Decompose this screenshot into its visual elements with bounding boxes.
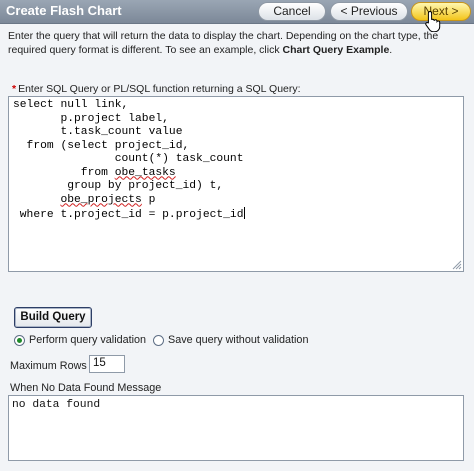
radio-save-without-validation[interactable]: [153, 334, 164, 346]
sql-line: from obe_tasks: [13, 167, 245, 181]
save-without-validation-option[interactable]: Save query without validation: [153, 333, 308, 347]
maximum-rows-label: Maximum Rows: [10, 360, 87, 372]
sql-line-part: [13, 194, 60, 206]
resize-grip-icon[interactable]: [452, 260, 462, 270]
radio-perform-validation[interactable]: [14, 334, 25, 346]
sql-query-textarea[interactable]: select null link, p.project label, t.tas…: [8, 96, 464, 272]
previous-button[interactable]: < Previous: [330, 2, 408, 21]
save-without-validation-label: Save query without validation: [168, 334, 309, 346]
intro-text: Enter the query that will return the dat…: [8, 29, 468, 57]
no-data-message-label: When No Data Found Message: [10, 382, 162, 394]
spellcheck-word: obe_projects: [60, 193, 142, 206]
sql-line-part: where t.project_id = p.project_id: [13, 209, 244, 221]
no-data-message-textarea[interactable]: no data found: [8, 395, 464, 461]
wizard-title: Create Flash Chart: [6, 3, 122, 18]
sql-line: t.task_count value: [13, 126, 183, 138]
wizard-header: Create Flash Chart Cancel < Previous Nex…: [0, 0, 474, 24]
sql-line: group by project_id) t,: [13, 180, 224, 192]
spellcheck-word: obe_tasks: [114, 166, 176, 179]
chart-query-example-link[interactable]: Chart Query Example: [283, 44, 390, 56]
sql-line: from (select project_id,: [13, 139, 190, 152]
sql-line: obe_projects p: [13, 194, 245, 208]
sql-line: count(*) task_count: [13, 153, 244, 165]
sql-line: where t.project_id = p.project_id: [13, 207, 245, 223]
intro-text-end: .: [389, 44, 393, 56]
sql-line: select null link,: [13, 99, 129, 111]
sql-query-text[interactable]: select null link, p.project label, t.tas…: [13, 99, 245, 223]
text-caret: [243, 207, 245, 219]
sql-query-label: * Enter SQL Query or PL/SQL function retu…: [12, 83, 301, 95]
no-data-message-text: no data found: [12, 399, 101, 411]
cancel-button[interactable]: Cancel: [258, 2, 326, 21]
sql-line-part: from: [13, 166, 115, 179]
sql-line: p.project label,: [13, 112, 169, 125]
maximum-rows-input[interactable]: 15: [89, 355, 125, 373]
required-star-icon: *: [12, 83, 17, 95]
sql-line-part: p: [141, 193, 156, 206]
perform-validation-label: Perform query validation: [29, 334, 147, 346]
build-query-button[interactable]: Build Query: [14, 307, 92, 328]
perform-validation-option[interactable]: Perform query validation: [14, 333, 146, 347]
sql-query-label-text: Enter SQL Query or PL/SQL function retur…: [18, 83, 301, 95]
